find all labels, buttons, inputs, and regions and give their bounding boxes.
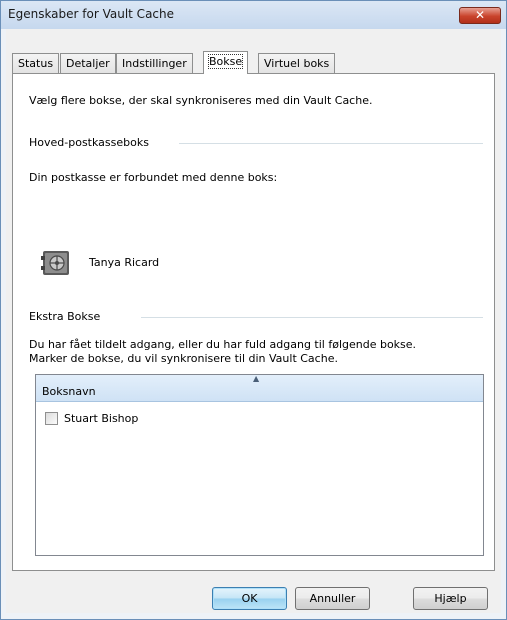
group-divider <box>141 317 483 318</box>
cancel-button[interactable]: Annuller <box>295 587 370 610</box>
close-button[interactable]: ✕ <box>459 7 501 24</box>
mailbox-owner-name: Tanya Ricard <box>89 256 160 269</box>
tab-panel-bokse: Vælg flere bokse, der skal synkroniseres… <box>12 73 495 571</box>
column-header-label: Boksnavn <box>42 385 96 398</box>
tab-bokse[interactable]: Bokse <box>203 51 249 74</box>
vault-checkbox[interactable] <box>45 412 58 425</box>
extra-group-description-line1: Du har fået tildelt adgang, eller du har… <box>29 338 417 351</box>
dialog-client-area: Status Detaljer Indstillinger Bokse Virt… <box>6 29 501 613</box>
tab-label: Virtuel boks <box>264 57 330 70</box>
help-button[interactable]: Hjælp <box>413 587 488 610</box>
tab-label: Status <box>18 57 54 70</box>
tab-detaljer[interactable]: Detaljer <box>60 53 116 73</box>
ok-button[interactable]: OK <box>212 587 287 610</box>
column-header-boksnavn[interactable]: ▲ Boksnavn <box>36 374 483 402</box>
properties-dialog: Egenskaber for Vault Cache ✕ Status Deta… <box>0 0 507 620</box>
tab-label: Bokse <box>207 54 244 69</box>
tab-label: Detaljer <box>66 57 110 70</box>
intro-text: Vælg flere bokse, der skal synkroniseres… <box>29 94 373 107</box>
group-divider <box>179 143 483 144</box>
main-group-title: Hoved-postkasseboks <box>29 136 149 149</box>
title-bar[interactable]: Egenskaber for Vault Cache ✕ <box>1 1 506 29</box>
tab-virtuel-boks[interactable]: Virtuel boks <box>258 53 336 73</box>
tab-label: Indstillinger <box>122 57 187 70</box>
vault-icon <box>41 251 69 275</box>
list-item-label[interactable]: Stuart Bishop <box>64 412 138 425</box>
vault-list[interactable]: ▲ Boksnavn Stuart Bishop <box>35 374 484 556</box>
window-title: Egenskaber for Vault Cache <box>8 7 175 21</box>
tab-indstillinger[interactable]: Indstillinger <box>116 53 193 73</box>
sort-ascending-icon: ▲ <box>253 374 260 383</box>
tab-status[interactable]: Status <box>12 53 60 73</box>
main-group-description: Din postkasse er forbundet med denne bok… <box>29 171 278 184</box>
close-icon: ✕ <box>474 8 486 22</box>
extra-group-title: Ekstra Bokse <box>29 310 101 323</box>
extra-group-description-line2: Marker de bokse, du vil synkronisere til… <box>29 352 338 365</box>
